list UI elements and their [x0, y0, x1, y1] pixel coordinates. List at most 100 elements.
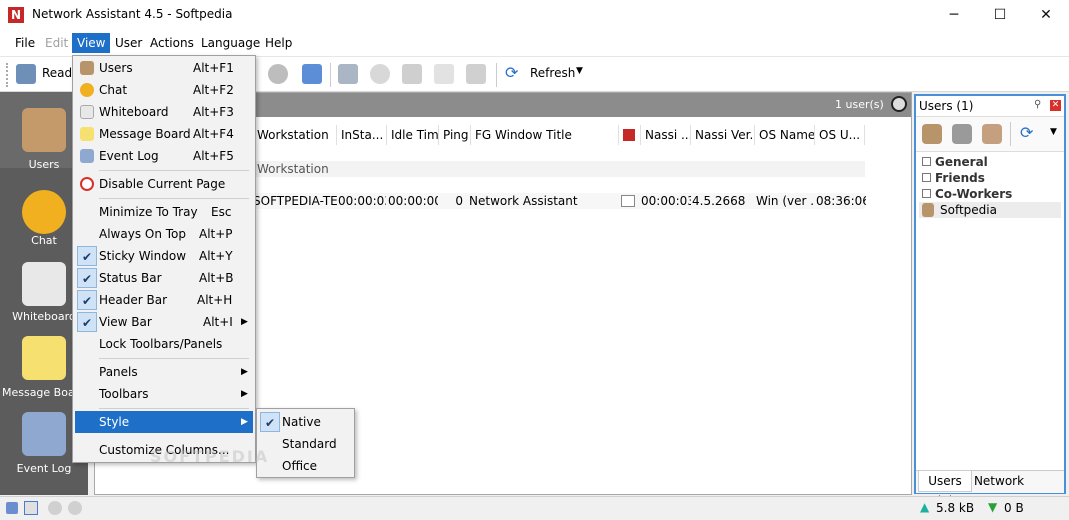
menu-item-style[interactable]: Style ▶ — [75, 411, 253, 433]
app-logo-icon: N — [8, 7, 24, 23]
menu-item-whiteboard[interactable]: Whiteboard Alt+F3 — [75, 101, 253, 123]
menu-language[interactable]: Language — [196, 33, 265, 53]
upload-arrow-icon: ▲ — [920, 500, 930, 514]
menu-item-status-bar[interactable]: ✔ Status Bar Alt+B — [75, 267, 253, 289]
style-item-standard[interactable]: Standard — [259, 433, 352, 455]
menu-item-minimize-to-tray[interactable]: Minimize To Tray Esc — [75, 201, 253, 223]
menu-user[interactable]: User — [110, 33, 147, 53]
remote-desktop-icon[interactable] — [338, 64, 358, 84]
menu-item-panels[interactable]: Panels ▶ — [75, 361, 253, 383]
menu-item-disable-current-page[interactable]: Disable Current Page — [75, 173, 253, 195]
close-panel-icon[interactable]: ✕ — [1050, 100, 1061, 111]
mute-mic-icon[interactable] — [68, 501, 82, 515]
menu-item-sticky-window[interactable]: ✔ Sticky Window Alt+Y — [75, 245, 253, 267]
col-workstation[interactable]: Workstation — [253, 125, 337, 145]
block-user-icon[interactable] — [982, 124, 1002, 144]
group-friends[interactable]: Friends — [922, 171, 985, 185]
pin-icon[interactable]: ⚲ — [1034, 99, 1041, 110]
download-amount: 0 B — [1004, 501, 1024, 515]
disable-icon — [80, 177, 94, 191]
menu-item-shortcut: Alt+F1 — [193, 61, 234, 75]
col-instant[interactable]: InSta... — [337, 125, 387, 145]
col-os-uptime[interactable]: OS U... — [815, 125, 865, 145]
col-app-icon[interactable] — [619, 125, 641, 145]
cell-workstation: SOFTPEDIA-TEST — [253, 194, 337, 208]
users-icon — [80, 61, 94, 75]
menu-item-header-bar[interactable]: ✔ Header Bar Alt+H — [75, 289, 253, 311]
refresh-users-icon[interactable]: ⟳ — [1020, 123, 1033, 142]
gear-icon[interactable] — [370, 64, 390, 84]
menu-item-event-log[interactable]: Event Log Alt+F5 — [75, 145, 253, 167]
submenu-arrow-icon: ▶ — [241, 389, 248, 399]
refresh-button[interactable]: Refresh — [530, 66, 575, 80]
col-nassi-version[interactable]: Nassi Ver... — [691, 125, 755, 145]
minimize-button[interactable]: ─ — [931, 0, 977, 31]
refresh-dropdown-icon[interactable]: ▼ — [576, 66, 583, 76]
close-button[interactable]: ✕ — [1023, 0, 1069, 31]
col-idle-time[interactable]: Idle Time — [387, 125, 439, 145]
menu-actions[interactable]: Actions — [145, 33, 199, 53]
view-menu-dropdown: Users Alt+F1 Chat Alt+F2 Whiteboard Alt+… — [72, 55, 256, 463]
disable-page-icon[interactable] — [891, 96, 907, 112]
check-icon: ✔ — [77, 268, 97, 288]
monitor-icon[interactable] — [402, 64, 422, 84]
menu-edit[interactable]: Edit — [40, 33, 73, 53]
menu-item-label: Event Log — [99, 149, 159, 163]
toolbar-grip[interactable] — [6, 63, 12, 87]
collapse-box[interactable] — [922, 157, 931, 166]
menu-item-label: Always On Top — [99, 227, 186, 241]
menu-item-lock-toolbars[interactable]: Lock Toolbars/Panels — [75, 333, 253, 355]
menu-item-message-board[interactable]: Message Board Alt+F4 — [75, 123, 253, 145]
nav-event-log-label: Event Log — [16, 462, 72, 475]
panel-dropdown-icon[interactable]: ▼ — [1050, 127, 1057, 137]
mute-sound-icon[interactable] — [48, 501, 62, 515]
menu-item-chat[interactable]: Chat Alt+F2 — [75, 79, 253, 101]
maximize-button[interactable]: ☐ — [977, 0, 1023, 31]
menu-view[interactable]: View — [72, 33, 111, 53]
app-n-icon[interactable] — [466, 64, 486, 84]
style-item-office[interactable]: Office — [259, 455, 352, 477]
connection-icon[interactable] — [6, 502, 18, 514]
network-icon[interactable] — [302, 64, 322, 84]
menu-separator — [99, 198, 249, 199]
collapse-box[interactable] — [922, 189, 931, 198]
toolbar-separator — [496, 63, 497, 87]
user-icon — [922, 203, 934, 217]
col-nassi-uptime[interactable]: Nassi ... — [641, 125, 691, 145]
app-n-icon — [623, 129, 635, 141]
style-item-label: Office — [282, 459, 318, 473]
users-panel-toolbar: ⟳ ▼ — [916, 116, 1064, 152]
tab-users[interactable]: Users (1) — [918, 471, 972, 508]
col-fg-window-title[interactable]: FG Window Title — [471, 125, 619, 145]
group-row[interactable]: Workstation — [253, 161, 865, 177]
refresh-icon[interactable]: ⟳ — [505, 64, 523, 82]
menu-item-users[interactable]: Users Alt+F1 — [75, 57, 253, 79]
menu-item-toolbars[interactable]: Toolbars ▶ — [75, 383, 253, 405]
menu-item-label: Header Bar — [99, 293, 168, 307]
submenu-arrow-icon: ▶ — [241, 417, 248, 427]
group-co-workers[interactable]: Co-Workers — [922, 187, 1012, 201]
menu-item-always-on-top[interactable]: Always On Top Alt+P — [75, 223, 253, 245]
menu-item-view-bar[interactable]: ✔ View Bar Alt+I ▶ — [75, 311, 253, 333]
add-user-icon[interactable] — [922, 124, 942, 144]
whiteboard-icon — [22, 262, 66, 306]
remove-user-icon[interactable] — [952, 124, 972, 144]
style-item-label: Native — [282, 415, 321, 429]
tab-network[interactable]: Network — [972, 471, 1026, 491]
style-item-native[interactable]: ✔ Native — [259, 411, 352, 433]
status-bar: ▲ 5.8 kB ▼ 0 B — [0, 496, 1069, 520]
shield-icon[interactable] — [24, 501, 38, 515]
clipboard-icon[interactable] — [434, 64, 454, 84]
speaker-icon[interactable] — [268, 64, 288, 84]
menu-help[interactable]: Help — [260, 33, 297, 53]
col-os-name[interactable]: OS Name — [755, 125, 815, 145]
group-general[interactable]: General — [922, 155, 988, 169]
cell-ping: 0 — [455, 194, 463, 208]
collapse-box[interactable] — [922, 173, 931, 182]
menu-item-shortcut: Alt+F3 — [193, 105, 234, 119]
user-row[interactable]: Softpedia — [919, 202, 1061, 218]
users-panel-title: Users (1) — [919, 99, 974, 113]
col-ping[interactable]: Ping — [439, 125, 471, 145]
toolbar-separator — [330, 63, 331, 87]
menu-file[interactable]: File — [10, 33, 40, 53]
